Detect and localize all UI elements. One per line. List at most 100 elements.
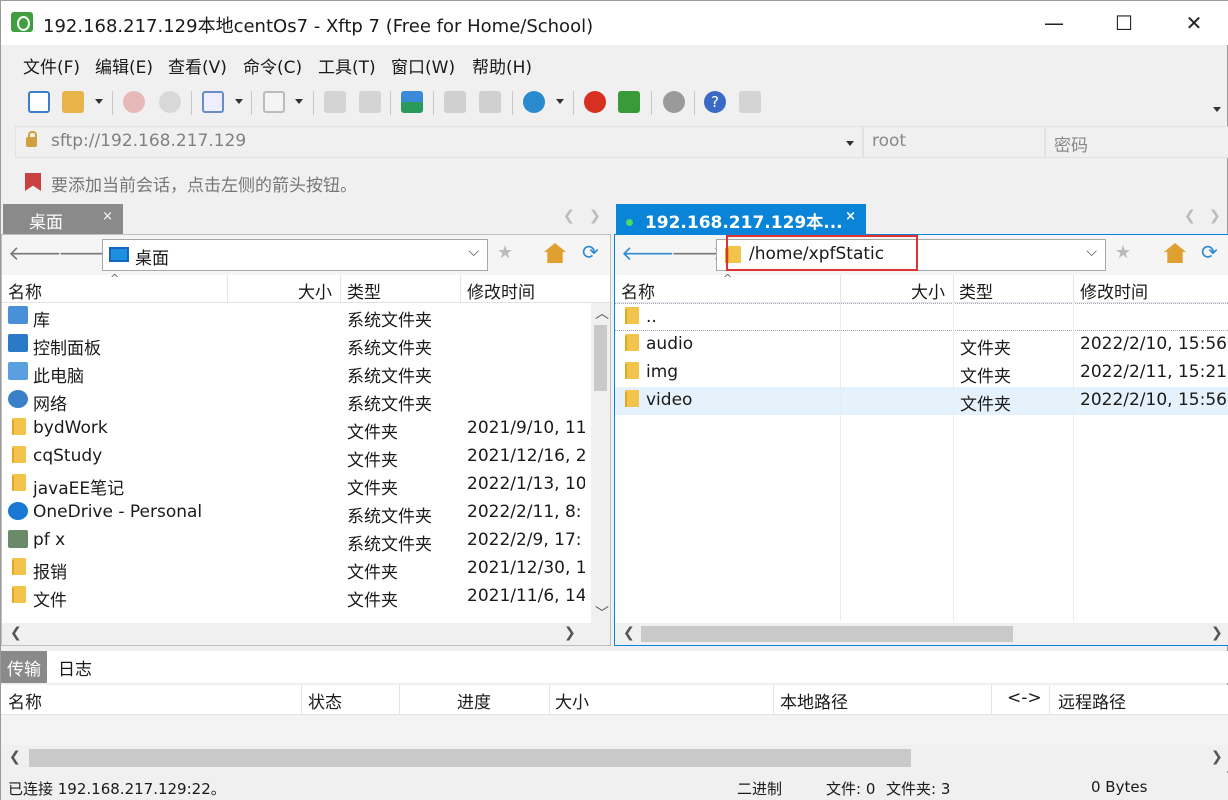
file-row[interactable]: 报销 文件夹 2021/12/30, 1 <box>2 555 610 583</box>
disconnect-icon[interactable] <box>123 91 145 113</box>
tab-local-desktop[interactable]: 桌面 × <box>3 204 123 234</box>
local-vertical-scrollbar[interactable]: ︿ ﹀ <box>591 303 610 623</box>
local-horizontal-scrollbar[interactable]: ❮ ❯ <box>2 623 610 645</box>
transfer-col-size[interactable]: 大小 <box>555 688 589 713</box>
tab-scroll-right-icon[interactable]: ❯ <box>589 208 601 224</box>
properties-icon[interactable] <box>202 91 224 113</box>
home-icon[interactable] <box>1164 243 1186 263</box>
menu-window[interactable]: 窗口(W) <box>391 53 455 78</box>
file-row[interactable]: audio 文件夹 2022/2/10, 15:56 <box>615 331 1228 359</box>
file-row[interactable]: pf x 系统文件夹 2022/2/9, 17: <box>2 527 610 555</box>
file-row[interactable]: bydWork 文件夹 2021/9/10, 11 <box>2 415 610 443</box>
tab-log[interactable]: 日志 <box>58 655 92 680</box>
view-icon[interactable] <box>263 91 285 113</box>
home-icon[interactable] <box>544 243 566 263</box>
back-arrow-icon[interactable]: 🡐 <box>621 241 675 265</box>
tab-transfer[interactable]: 传输 <box>1 651 47 683</box>
scroll-left-icon[interactable]: ❮ <box>9 749 21 765</box>
maximize-button[interactable]: ☐ <box>1089 1 1159 45</box>
tab-scroll-left-icon[interactable]: ❮ <box>1184 208 1196 224</box>
transfer-mode[interactable]: 二进制 <box>737 778 782 799</box>
password-field[interactable]: 密码 <box>1045 126 1228 158</box>
scroll-left-icon[interactable]: ❮ <box>623 625 635 641</box>
close-tab-icon[interactable]: × <box>102 209 113 224</box>
copy-icon[interactable] <box>444 91 466 113</box>
col-type[interactable]: 类型 <box>959 278 993 303</box>
transfer-col-progress[interactable]: 进度 <box>457 688 491 713</box>
col-size[interactable]: 大小 <box>298 278 332 303</box>
scroll-left-icon[interactable]: ❮ <box>10 625 22 641</box>
back-arrow-icon[interactable]: 🡐 <box>8 241 62 265</box>
reconnect-icon[interactable] <box>159 91 181 113</box>
file-row[interactable]: 控制面板 系统文件夹 <box>2 331 610 359</box>
scroll-thumb[interactable] <box>641 626 1013 642</box>
chat-icon[interactable] <box>739 91 761 113</box>
address-bar[interactable]: sftp://192.168.217.129 <box>15 126 863 158</box>
scroll-down-icon[interactable]: ﹀ <box>595 603 609 623</box>
menu-tools[interactable]: 工具(T) <box>318 53 376 78</box>
chevron-down-icon[interactable]: ⌵ <box>1086 244 1097 260</box>
transfer-col-remote-path[interactable]: 远程路径 <box>1058 688 1126 713</box>
sync-icon[interactable] <box>401 91 423 113</box>
address-dropdown-icon[interactable] <box>846 141 854 146</box>
chevron-down-icon[interactable]: ⌵ <box>468 244 479 260</box>
menu-view[interactable]: 查看(V) <box>168 53 227 78</box>
help-icon[interactable]: ? <box>704 91 726 113</box>
tab-scroll-right-icon[interactable]: ❯ <box>1209 208 1221 224</box>
minimize-button[interactable]: — <box>1019 1 1089 45</box>
col-modified[interactable]: 修改时间 <box>1080 278 1148 303</box>
tab-remote-session[interactable]: 192.168.217.129本... × <box>616 204 866 234</box>
col-size[interactable]: 大小 <box>911 278 945 303</box>
globe-icon[interactable] <box>523 91 545 113</box>
close-tab-icon[interactable]: × <box>845 209 856 224</box>
menu-command[interactable]: 命令(C) <box>243 53 302 78</box>
transfer-col-status[interactable]: 状态 <box>308 688 342 713</box>
scroll-thumb[interactable] <box>29 749 911 767</box>
menu-help[interactable]: 帮助(H) <box>472 53 532 78</box>
menu-file[interactable]: 文件(F) <box>23 53 80 78</box>
scroll-right-icon[interactable]: ❯ <box>1211 625 1223 641</box>
file-row[interactable]: cqStudy 文件夹 2021/12/16, 2 <box>2 443 610 471</box>
bookmark-arrow-icon[interactable] <box>25 173 41 191</box>
file-row[interactable]: .. <box>615 303 1228 331</box>
username-field[interactable]: root <box>863 126 1045 158</box>
col-name[interactable]: 名称 <box>621 278 655 303</box>
local-path-select[interactable]: 桌面 ⌵ <box>102 239 488 271</box>
transfer-col-local-path[interactable]: 本地路径 <box>780 688 848 713</box>
file-row[interactable]: img 文件夹 2022/2/11, 15:21 <box>615 359 1228 387</box>
transfer-col-name[interactable]: 名称 <box>8 688 42 713</box>
col-type[interactable]: 类型 <box>347 278 381 303</box>
file-row[interactable]: video 文件夹 2022/2/10, 15:56 <box>615 387 1228 415</box>
scroll-right-icon[interactable]: ❯ <box>1211 749 1223 765</box>
new-session-icon[interactable] <box>28 91 50 113</box>
settings-gear-icon[interactable] <box>663 91 685 113</box>
file-row[interactable]: javaEE笔记 文件夹 2022/1/13, 10 <box>2 471 610 499</box>
refresh-icon[interactable]: ⟳ <box>582 240 599 264</box>
local-file-panel: 🡐 🡒 桌面 ⌵ ★ ⟳ 名称 ^ 大小 类型 修改时间 库系统文件夹 控制面板系… <box>1 234 611 646</box>
close-button[interactable]: ✕ <box>1159 1 1228 45</box>
download-icon[interactable] <box>359 91 381 113</box>
remote-horizontal-scrollbar[interactable]: ❮ ❯ <box>615 623 1228 645</box>
scroll-right-icon[interactable]: ❯ <box>564 625 576 641</box>
col-name[interactable]: 名称 <box>8 278 42 303</box>
paste-icon[interactable] <box>479 91 501 113</box>
col-modified[interactable]: 修改时间 <box>467 278 535 303</box>
refresh-icon[interactable]: ⟳ <box>1201 240 1218 264</box>
transfer-col-direction[interactable]: <-> <box>1007 688 1042 708</box>
favorite-star-icon[interactable]: ★ <box>1115 242 1131 263</box>
transfer-horizontal-scrollbar[interactable]: ❮ ❯ <box>1 745 1228 771</box>
scroll-up-icon[interactable]: ︿ <box>595 303 609 323</box>
file-row[interactable]: 此电脑 系统文件夹 <box>2 359 610 387</box>
file-row[interactable]: OneDrive - Personal 系统文件夹 2022/2/11, 8: <box>2 499 610 527</box>
upload-icon[interactable] <box>324 91 346 113</box>
tab-scroll-left-icon[interactable]: ❮ <box>563 208 575 224</box>
open-folder-icon[interactable] <box>62 91 84 113</box>
file-row[interactable]: 文件 文件夹 2021/11/6, 14 <box>2 583 610 611</box>
menu-edit[interactable]: 编辑(E) <box>95 53 153 78</box>
favorite-star-icon[interactable]: ★ <box>497 242 513 263</box>
scroll-thumb[interactable] <box>594 325 607 391</box>
xftp-icon[interactable] <box>618 91 640 113</box>
file-row[interactable]: 库 系统文件夹 <box>2 303 610 331</box>
file-row[interactable]: 网络 系统文件夹 <box>2 387 610 415</box>
xshell-icon[interactable] <box>584 91 606 113</box>
